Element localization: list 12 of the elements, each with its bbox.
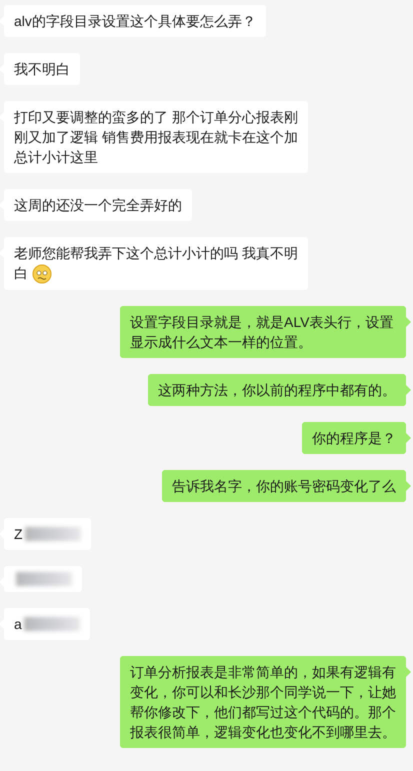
- message-bubble: 设置字段目录就是，就是ALV表头行，设置显示成什么文本一样的位置。: [120, 306, 406, 358]
- message-bubble: 我不明白: [4, 53, 80, 85]
- message-bubble: alv的字段目录设置这个具体要怎么弄？: [4, 5, 266, 37]
- blurred-message: Z: [4, 518, 91, 550]
- message-bubble: 你的程序是？: [302, 422, 406, 454]
- message-bubble: 订单分析报表是非常简单的，如果有逻辑有变化，你可以和长沙那个同学说一下，让她帮你修改下，他们都写过这个代码的。那个报表很简单，逻辑变化也变化不到哪里去。: [120, 656, 406, 748]
- message-bubble: 这周的还没一个完全弄好的: [4, 189, 192, 221]
- message-bubble: 打印又要调整的蛮多的了 那个订单分心报表刚刚又加了逻辑 销售费用报表现在就卡在这个加总计小计这里: [4, 101, 308, 173]
- message-bubble: 老师您能帮我弄下这个总计小计的吗 我真不明白: [4, 237, 308, 290]
- blurred-message: a: [4, 608, 90, 640]
- message-bubble: 这两种方法，你以前的程序中都有的。: [148, 374, 406, 406]
- message-bubble: 告诉我名字，你的账号密码变化了么: [162, 470, 406, 502]
